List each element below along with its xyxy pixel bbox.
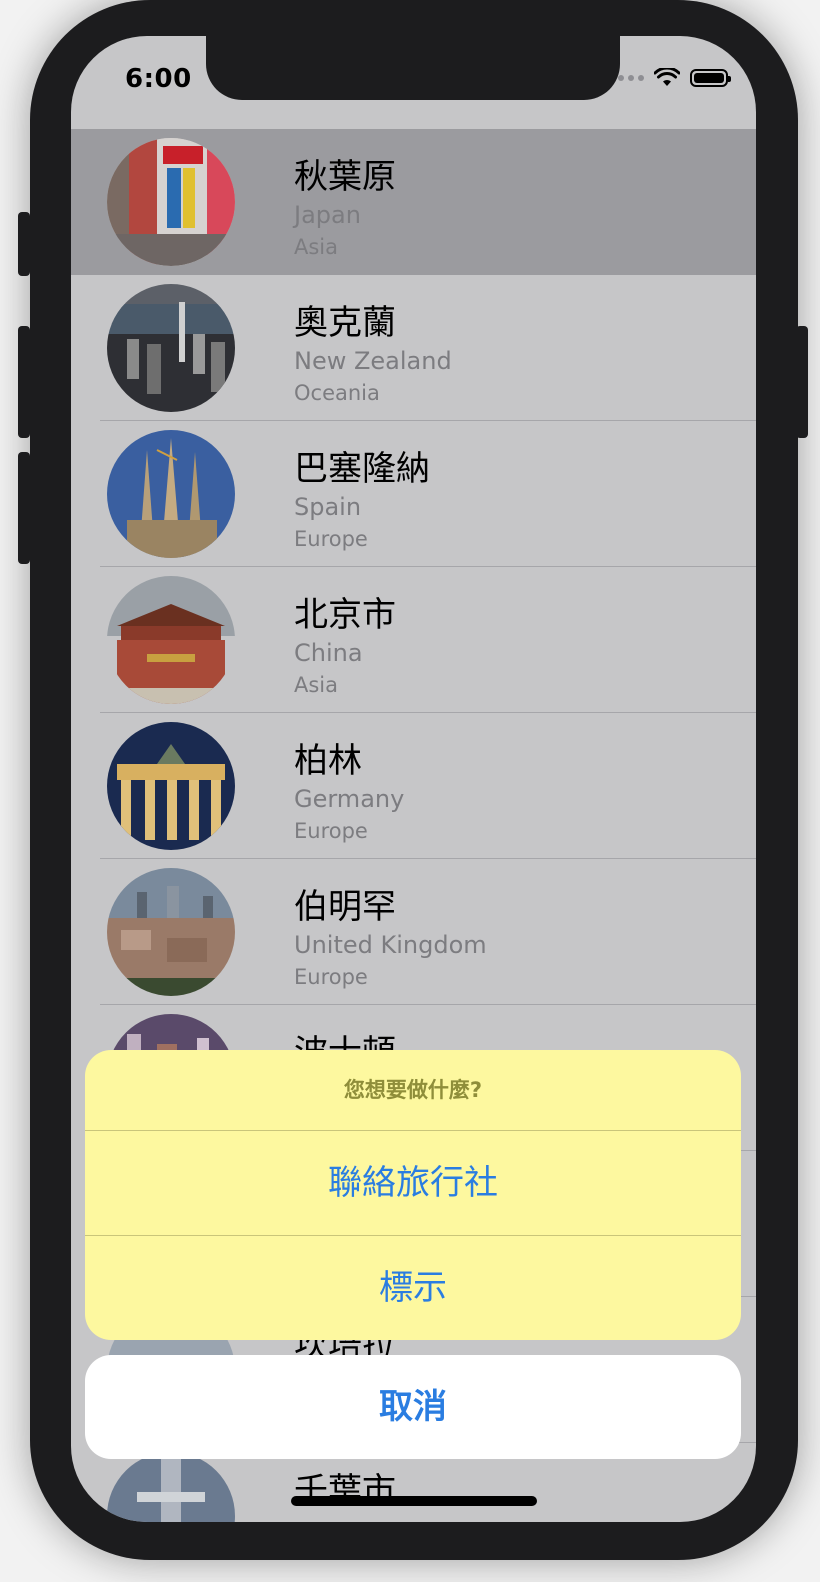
restaurant-thumbnail	[107, 722, 235, 850]
home-indicator[interactable]	[291, 1496, 537, 1506]
restaurant-country: Japan	[294, 201, 361, 229]
volume-down-button	[18, 452, 30, 564]
screen: 6:00 秋葉原 Japan Asia 奧克蘭 New Zealand Oceania 巴塞…	[71, 36, 756, 1522]
restaurant-thumbnail	[107, 430, 235, 558]
status-time: 6:00	[125, 64, 192, 94]
restaurant-thumbnail	[107, 576, 235, 704]
restaurant-region: Europe	[294, 965, 368, 989]
mark-button[interactable]: 標示	[85, 1235, 741, 1340]
list-item[interactable]: 秋葉原 Japan Asia	[71, 129, 756, 275]
restaurant-name: 奧克蘭	[294, 303, 396, 343]
notch	[206, 36, 620, 100]
restaurant-name: 巴塞隆納	[294, 449, 430, 489]
restaurant-name: 伯明罕	[294, 887, 396, 927]
contact-agency-button[interactable]: 聯絡旅行社	[85, 1130, 741, 1235]
list-item[interactable]: 奧克蘭 New Zealand Oceania	[71, 275, 756, 421]
battery-icon	[690, 69, 731, 87]
restaurant-thumbnail	[107, 868, 235, 996]
restaurant-region: Europe	[294, 527, 368, 551]
restaurant-name: 柏林	[294, 741, 362, 781]
restaurant-region: Oceania	[294, 381, 380, 405]
wifi-icon	[654, 68, 680, 86]
restaurant-thumbnail	[107, 284, 235, 412]
volume-up-button	[18, 326, 30, 438]
restaurant-region: Asia	[294, 235, 339, 259]
restaurant-region: Europe	[294, 819, 368, 843]
restaurant-country: Spain	[294, 493, 362, 521]
restaurant-thumbnail	[107, 138, 235, 266]
restaurant-region: Asia	[294, 673, 339, 697]
list-item[interactable]: 北京市 China Asia	[71, 567, 756, 713]
restaurant-country: New Zealand	[294, 347, 452, 375]
power-button	[796, 326, 808, 438]
status-icons	[608, 68, 731, 88]
restaurant-name: 北京市	[294, 595, 396, 635]
restaurant-name: 秋葉原	[294, 157, 396, 197]
cancel-button[interactable]: 取消	[85, 1355, 741, 1459]
list-item[interactable]: 柏林 Germany Europe	[71, 713, 756, 859]
restaurant-country: China	[294, 639, 363, 667]
action-sheet: 您想要做什麼? 聯絡旅行社 標示	[85, 1050, 741, 1340]
list-item[interactable]: 伯明罕 United Kingdom Europe	[71, 859, 756, 1005]
restaurant-country: Germany	[294, 785, 405, 813]
restaurant-country: United Kingdom	[294, 931, 487, 959]
list-item[interactable]: 巴塞隆納 Spain Europe	[71, 421, 756, 567]
mute-switch	[18, 212, 30, 276]
action-sheet-title: 您想要做什麼?	[343, 1078, 483, 1102]
restaurant-thumbnail	[107, 1452, 235, 1522]
